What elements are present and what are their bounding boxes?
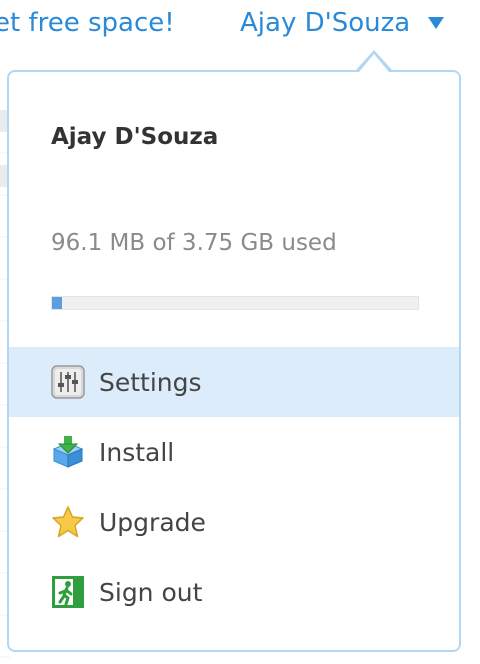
quota-progress-fill	[52, 297, 62, 309]
menu-item-sign-out[interactable]: Sign out	[9, 557, 459, 627]
account-display-name: Ajay D'Souza	[51, 124, 219, 150]
user-menu-toggle[interactable]: Ajay D'Souza	[240, 8, 410, 38]
menu-item-label: Install	[99, 437, 175, 467]
star-icon	[51, 505, 85, 539]
install-box-icon	[51, 435, 85, 469]
triangle-down-icon[interactable]	[428, 17, 444, 29]
exit-door-icon	[51, 575, 85, 609]
quota-progress-bar	[51, 296, 419, 310]
settings-sliders-icon	[51, 365, 85, 399]
get-free-space-link[interactable]: et free space!	[0, 8, 175, 38]
menu-item-label: Upgrade	[99, 507, 206, 537]
menu-item-install[interactable]: Install	[9, 417, 459, 487]
quota-usage-text: 96.1 MB of 3.75 GB used	[51, 230, 337, 256]
menu-item-upgrade[interactable]: Upgrade	[9, 487, 459, 557]
menu-item-label: Settings	[99, 367, 202, 397]
dropdown-caret-fill	[359, 54, 389, 72]
account-dropdown: Ajay D'Souza 96.1 MB of 3.75 GB used Set…	[7, 70, 461, 652]
top-bar: et free space! Ajay D'Souza	[0, 0, 480, 50]
menu-item-settings[interactable]: Settings	[9, 347, 459, 417]
account-menu-list: Settings Install Upgrade Sign out	[9, 347, 459, 627]
menu-item-label: Sign out	[99, 577, 203, 607]
